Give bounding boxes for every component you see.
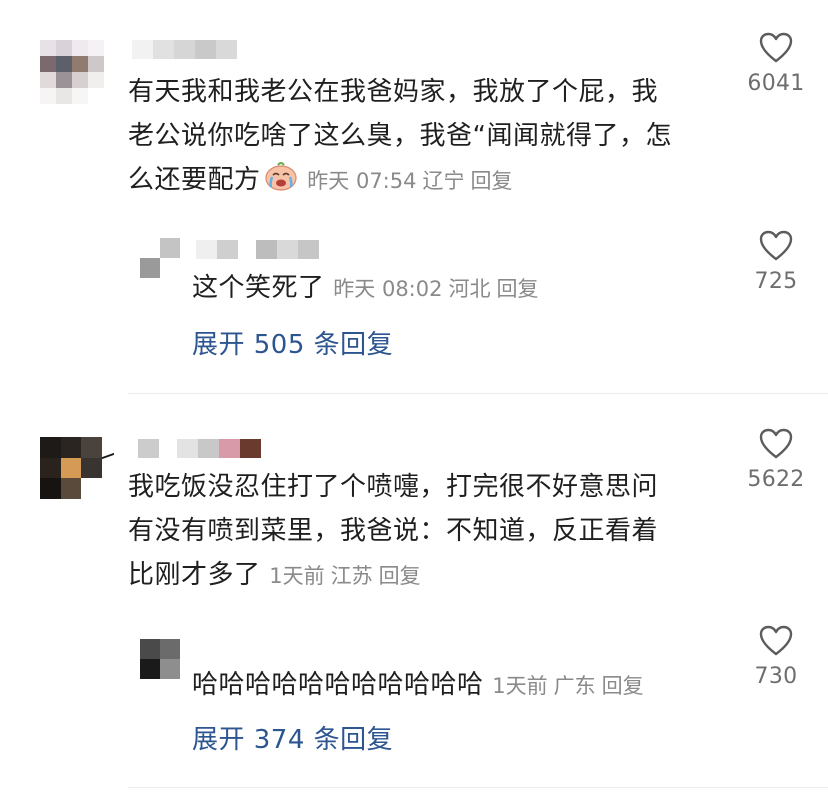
avatar[interactable] [40, 40, 104, 104]
comment-time: 昨天 07:54 [307, 169, 417, 193]
comment-line: 么还要配方 [128, 165, 261, 195]
username[interactable] [138, 439, 261, 458]
like-count: 730 [754, 664, 798, 689]
avatar[interactable] [40, 437, 102, 499]
comment-body: 有天我和我老公在我爸妈家，我放了个屁，我 老公说你吃啥了这么臭，我爸“闻闻就得了… [128, 70, 728, 203]
heart-icon [759, 428, 793, 459]
comment-line: 有天我和我老公在我爸妈家，我放了个屁，我 [128, 77, 659, 107]
comment-line: 老公说你吃啥了这么臭，我爸“闻闻就得了，怎 [128, 121, 672, 151]
like-button[interactable]: 6041 [741, 32, 811, 96]
reply-button[interactable]: 回复 [496, 277, 538, 301]
comment-line: 有没有喷到菜里，我爸说：不知道，反正看着 [128, 516, 659, 546]
reply-button[interactable]: 回复 [602, 674, 644, 698]
like-count: 5622 [747, 467, 805, 492]
expand-replies-button[interactable]: 展开 374 条回复 [192, 719, 393, 756]
comment-location: 辽宁 [422, 169, 465, 193]
reply-time: 1天前 [492, 674, 548, 698]
reply-button[interactable]: 回复 [379, 564, 421, 588]
username[interactable] [132, 40, 237, 59]
comment-body: 我吃饭没忍住打了个喷嚏，打完很不好意思问 有没有喷到菜里，我爸说：不知道，反正看… [128, 465, 728, 598]
comment-thread: 我吃饭没忍住打了个喷嚏，打完很不好意思问 有没有喷到菜里，我爸说：不知道，反正看… [0, 395, 828, 789]
reply-button[interactable]: 回复 [470, 169, 512, 193]
reply-text: 这个笑死了 [192, 273, 325, 303]
like-count: 6041 [747, 71, 805, 96]
reply-location: 广东 [553, 674, 596, 698]
reply-location: 河北 [448, 277, 491, 301]
comment-line: 比刚才多了 [128, 560, 261, 590]
reply-body: 哈哈哈哈哈哈哈哈哈哈哈 1天前 广东 回复 [192, 663, 732, 708]
expand-replies-button[interactable]: 展开 505 条回复 [192, 324, 393, 361]
avatar[interactable] [140, 639, 180, 679]
like-button[interactable]: 730 [741, 625, 811, 689]
like-button[interactable]: 725 [741, 230, 811, 294]
heart-icon [759, 230, 793, 261]
heart-icon [759, 32, 793, 63]
divider [128, 393, 828, 394]
comment-location: 江苏 [330, 564, 373, 588]
reply-body: 这个笑死了 昨天 08:02 河北 回复 [192, 266, 732, 311]
avatar-pointer [102, 452, 114, 468]
divider [128, 787, 828, 788]
like-count: 725 [754, 269, 798, 294]
heart-icon [759, 625, 793, 656]
username[interactable] [196, 240, 319, 259]
reply-text: 哈哈哈哈哈哈哈哈哈哈哈 [192, 670, 484, 700]
avatar[interactable] [140, 238, 180, 278]
crying-face-emoji-icon [264, 162, 297, 191]
comment-time: 1天前 [269, 564, 325, 588]
comment-thread: 有天我和我老公在我爸妈家，我放了个屁，我 老公说你吃啥了这么臭，我爸“闻闻就得了… [0, 0, 828, 394]
reply-time: 昨天 08:02 [333, 277, 443, 301]
comment-line: 我吃饭没忍住打了个喷嚏，打完很不好意思问 [128, 472, 659, 502]
like-button[interactable]: 5622 [741, 428, 811, 492]
